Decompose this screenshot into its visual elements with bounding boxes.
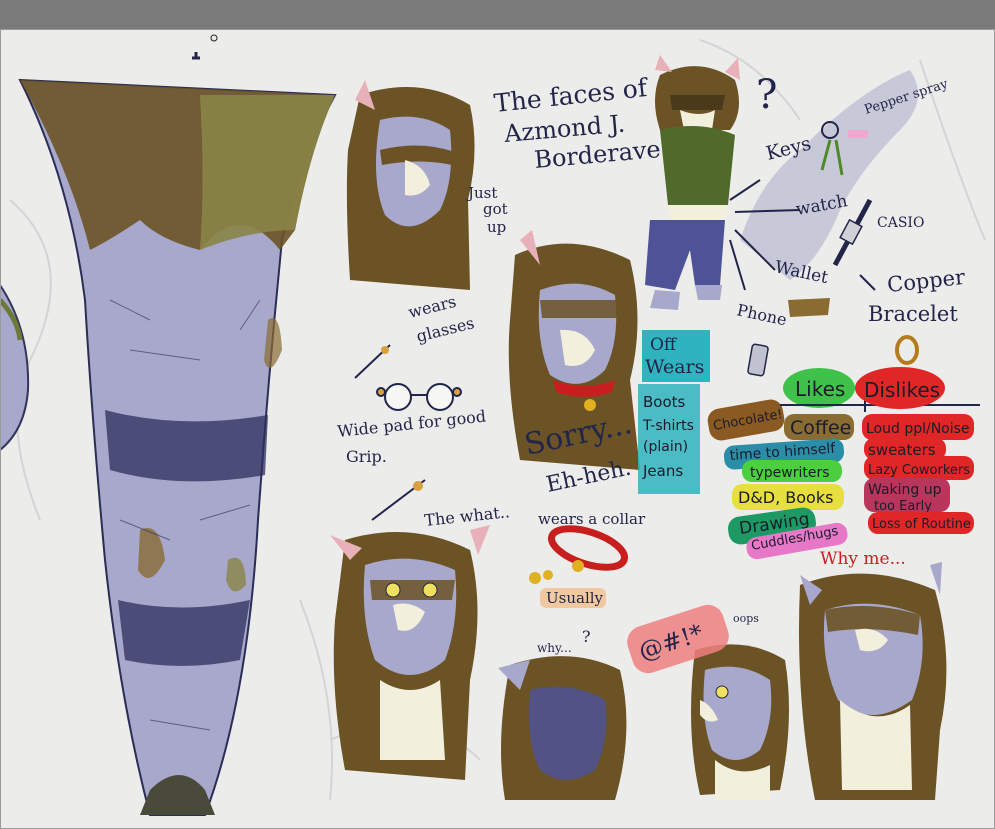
note-grip: Grip. xyxy=(346,447,387,466)
face-curse xyxy=(691,644,789,800)
off-wears-item-3: Jeans xyxy=(642,462,683,480)
note-oops: oops xyxy=(733,612,759,625)
off-wears-panel: Off Wears Boots T-shirts (plain) Jeans xyxy=(638,330,710,494)
item-casio: CASIO xyxy=(877,215,924,231)
off-wears-item-2: (plain) xyxy=(643,439,688,455)
dislikes-item-2: Lazy Coworkers xyxy=(868,463,970,478)
pad-closeup-pad xyxy=(413,481,423,491)
off-wears-title-2: Wears xyxy=(645,356,704,378)
off-wears-item-1: T-shirts xyxy=(642,418,694,434)
face-why-me xyxy=(799,562,947,800)
note-up: up xyxy=(487,218,506,236)
note-why-dots: why... xyxy=(537,641,572,655)
glasses-pad xyxy=(381,346,389,354)
off-wears-item-0: Boots xyxy=(643,393,686,411)
note-question-large: ? xyxy=(756,72,777,118)
wallet-drawing xyxy=(788,298,830,317)
item-bracelet: Bracelet xyxy=(868,302,958,326)
face-just-got-up xyxy=(346,80,475,290)
face-the-what xyxy=(330,525,490,780)
likes-title: Likes xyxy=(795,377,845,401)
dislikes-item-5: Loss of Routine xyxy=(872,517,971,532)
face-why xyxy=(498,656,627,800)
likes-item-3: typewriters xyxy=(750,465,830,481)
dislikes-item-0: Loud ppl/Noise xyxy=(866,421,970,437)
top-bar xyxy=(0,0,995,29)
note-wears-collar: wears a collar xyxy=(538,510,646,528)
note-usually: Usually xyxy=(546,589,604,607)
off-wears-title-1: Off xyxy=(650,335,678,355)
likes-item-4: D&D, Books xyxy=(738,488,833,507)
reference-sheet: The faces of Azmond J. Borderave Just go… xyxy=(0,0,995,829)
likes-item-1: Coffee xyxy=(790,417,851,439)
dislikes-title: Dislikes xyxy=(864,378,940,402)
dislikes-item-4: too Early xyxy=(874,499,932,514)
dislikes-item-3: Waking up xyxy=(868,482,942,498)
note-got: got xyxy=(483,200,508,218)
note-why-me: Why me... xyxy=(820,549,906,569)
note-question-small: ? xyxy=(582,627,591,646)
